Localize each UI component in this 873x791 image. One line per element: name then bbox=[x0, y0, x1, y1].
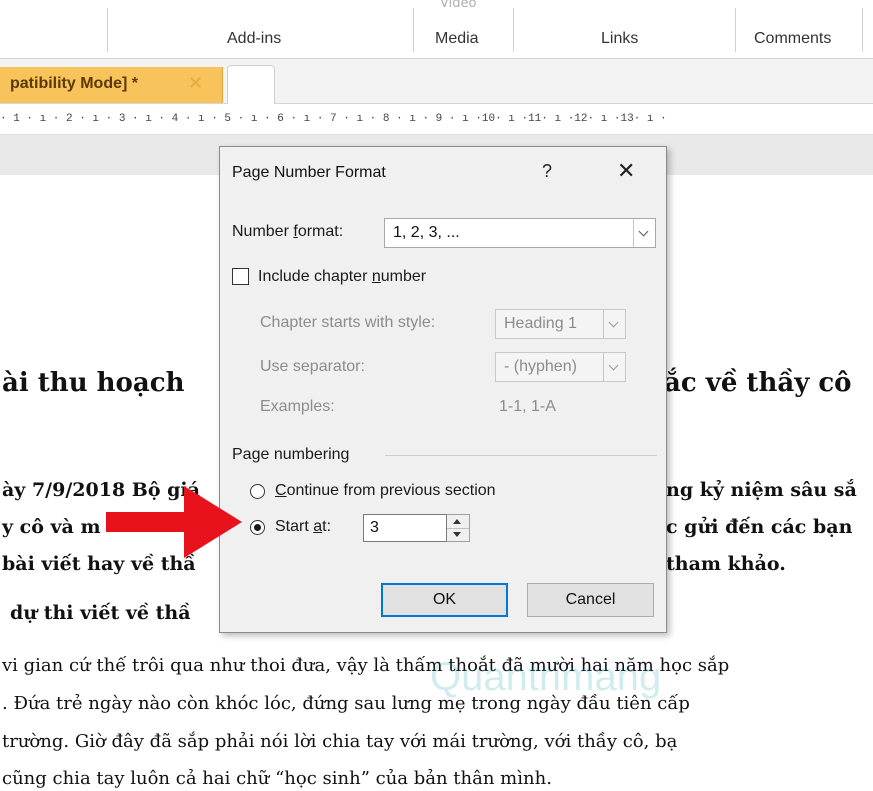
continue-radio[interactable] bbox=[250, 484, 265, 499]
spin-up-button[interactable] bbox=[447, 515, 469, 529]
cancel-button[interactable]: Cancel bbox=[527, 583, 654, 617]
document-tab-bar: patibility Mode] * ✕ bbox=[0, 59, 873, 104]
include-chapter-label[interactable]: Include chapter number bbox=[258, 268, 426, 286]
ribbon-separator bbox=[107, 8, 108, 52]
doc-para2-line3: trường. Giờ đây đã sắp phải nói lời chia… bbox=[2, 731, 678, 752]
include-chapter-checkbox[interactable] bbox=[232, 268, 249, 285]
red-arrow-icon bbox=[106, 486, 242, 558]
video-label[interactable]: Video bbox=[440, 0, 476, 10]
ribbon-separator bbox=[735, 8, 736, 52]
document-tab[interactable]: patibility Mode] * ✕ bbox=[0, 67, 223, 103]
doc-para1-line2-left: y cô và m bbox=[2, 516, 101, 538]
ok-button[interactable]: OK bbox=[381, 583, 508, 617]
ribbon-group-links[interactable]: Links bbox=[601, 30, 638, 48]
examples-label: Examples: bbox=[260, 398, 335, 415]
close-tab-icon[interactable]: ✕ bbox=[188, 73, 203, 94]
ribbon-group-add-ins[interactable]: Add-ins bbox=[227, 30, 281, 48]
ribbon: Video Add-ins Media Links Comments bbox=[0, 0, 873, 59]
chevron-down-icon bbox=[638, 226, 649, 237]
number-format-value: 1, 2, 3, ... bbox=[393, 224, 460, 241]
doc-para1-line2-right: c gửi đến các bạn bbox=[666, 516, 853, 538]
doc-para1-line3-right: tham khảo. bbox=[666, 553, 786, 575]
horizontal-ruler[interactable]: · 1 · ı · 2 · ı · 3 · ı · 4 · ı · 5 · ı … bbox=[0, 104, 873, 135]
dropdown-button bbox=[603, 310, 625, 338]
help-icon[interactable]: ? bbox=[542, 161, 552, 182]
dropdown-button[interactable] bbox=[633, 219, 655, 247]
chevron-down-icon bbox=[608, 317, 619, 328]
chapter-style-dropdown: Heading 1 bbox=[495, 309, 626, 339]
separator-label: Use separator: bbox=[260, 358, 365, 375]
ribbon-separator bbox=[413, 8, 414, 52]
doc-subheading: dự thi viết về thầ bbox=[10, 602, 191, 624]
start-at-label[interactable]: Start at: bbox=[275, 518, 331, 536]
doc-para1-line1-right: ng kỷ niệm sâu sắ bbox=[666, 479, 857, 501]
examples-value: 1-1, 1-A bbox=[499, 398, 556, 415]
chevron-down-icon bbox=[608, 360, 619, 371]
separator-dropdown: - (hyphen) bbox=[495, 352, 626, 382]
number-format-label: Number format: bbox=[232, 223, 344, 240]
new-tab-button[interactable] bbox=[227, 65, 275, 104]
group-divider bbox=[385, 455, 657, 456]
chapter-style-value: Heading 1 bbox=[504, 315, 577, 332]
separator-value: - (hyphen) bbox=[504, 358, 577, 375]
start-at-radio[interactable] bbox=[250, 520, 265, 535]
document-tab-title: patibility Mode] * bbox=[10, 75, 138, 92]
ribbon-separator bbox=[862, 8, 863, 52]
doc-heading-right: ắc về thầy cô bbox=[664, 368, 852, 398]
start-at-spinner[interactable] bbox=[447, 514, 470, 542]
chapter-style-label: Chapter starts with style: bbox=[260, 314, 436, 331]
number-format-dropdown[interactable]: 1, 2, 3, ... bbox=[384, 218, 656, 248]
ribbon-group-comments[interactable]: Comments bbox=[754, 30, 831, 48]
doc-para2-line4: cũng chia tay luôn cả hai chữ “học sinh”… bbox=[2, 768, 552, 789]
radio-selected-dot bbox=[254, 524, 261, 531]
ribbon-group-media[interactable]: Media bbox=[435, 30, 479, 48]
page-number-format-dialog: Page Number Format ? ✕ Number format: 1,… bbox=[219, 146, 667, 633]
ribbon-separator bbox=[513, 8, 514, 52]
doc-heading-left: ài thu hoạch bbox=[2, 368, 185, 398]
start-at-input[interactable] bbox=[363, 514, 447, 542]
spin-down-button[interactable] bbox=[447, 528, 469, 541]
dialog-title: Page Number Format bbox=[232, 164, 386, 181]
page-numbering-group-label: Page numbering bbox=[232, 446, 350, 463]
close-icon[interactable]: ✕ bbox=[617, 158, 635, 184]
triangle-up-icon bbox=[453, 519, 461, 524]
continue-label[interactable]: Continue from previous section bbox=[275, 482, 496, 500]
triangle-down-icon bbox=[453, 532, 461, 537]
dropdown-button bbox=[603, 353, 625, 381]
watermark-logo: Quantrimang bbox=[430, 655, 662, 699]
